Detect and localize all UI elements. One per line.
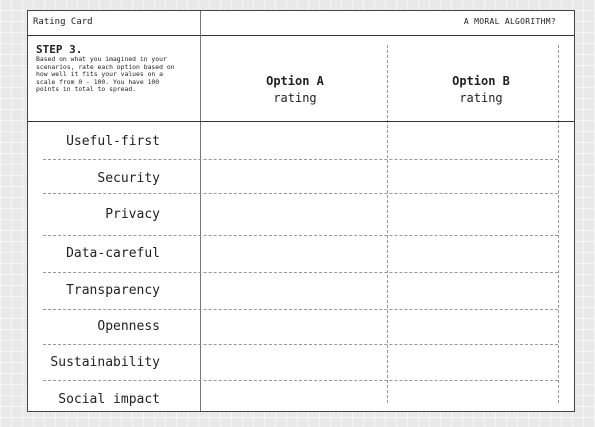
card-title: Rating Card <box>33 17 93 27</box>
step-instructions: Based on what you imagined in your scena… <box>36 55 175 94</box>
value-label: Security <box>97 171 160 186</box>
table-row: Security <box>43 159 558 194</box>
card-header: Rating Card A MORAL ALGORITHM? <box>28 11 574 36</box>
option-b-sub: rating <box>459 91 503 105</box>
value-label: Sustainability <box>50 355 160 370</box>
option-b-name: Option B <box>452 74 510 88</box>
rating-card: Rating Card A MORAL ALGORITHM? STEP 3. B… <box>27 10 575 412</box>
table-row: Transparency <box>43 272 558 310</box>
value-label: Transparency <box>66 283 160 298</box>
value-label: Privacy <box>105 207 160 222</box>
table-row: Social impact <box>43 380 558 413</box>
option-b-header: Option B rating <box>388 73 574 107</box>
option-a-header: Option A rating <box>202 73 388 107</box>
table-row: Data-careful <box>43 235 558 273</box>
table-row: Useful-first <box>43 121 558 160</box>
option-a-sub: rating <box>273 91 317 105</box>
value-label: Social impact <box>58 392 160 407</box>
table-row: Sustainability <box>43 344 558 381</box>
value-label: Openness <box>97 319 160 334</box>
value-label: Data-careful <box>66 246 160 261</box>
step-box: STEP 3. Based on what you imagined in yo… <box>28 35 200 122</box>
table-row: Openness <box>43 309 558 345</box>
option-a-name: Option A <box>266 74 324 88</box>
value-label: Useful-first <box>66 134 160 149</box>
table-row: Privacy <box>43 193 558 236</box>
card-header-right: A MORAL ALGORITHM? <box>463 17 556 26</box>
